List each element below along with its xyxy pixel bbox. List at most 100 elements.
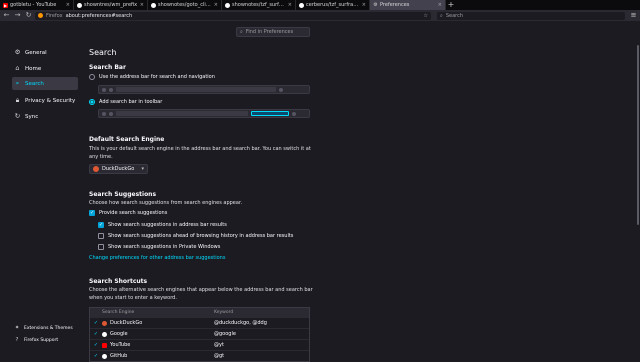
table-row[interactable]: ✓ Google @google	[90, 328, 309, 339]
sidebar-item-label: General	[25, 49, 47, 56]
url-bar[interactable]: Firefox about:preferences#search ☆	[35, 11, 431, 20]
sidebar-item-general[interactable]: ⚙ General	[12, 46, 78, 59]
firefox-icon	[38, 13, 43, 18]
checkbox-label: Provide search suggestions	[99, 210, 168, 216]
checkbox[interactable]	[98, 244, 104, 250]
table-header: Search Engine Keyword	[90, 308, 309, 317]
lock-icon: 🔒︎	[15, 96, 20, 104]
engine-name: GitHub	[110, 353, 128, 359]
search-icon: ⌕	[440, 12, 443, 19]
preview-menu-icon	[292, 111, 296, 116]
check-icon[interactable]: ✓	[90, 353, 102, 359]
engine-name: Google	[110, 331, 128, 337]
scrollbar-thumb[interactable]	[637, 45, 639, 225]
sidebar-item-label: Sync	[25, 113, 39, 120]
tab-youtube[interactable]: ▶ gotbletu - YouTube ×	[0, 0, 74, 10]
checkbox-label: Show search suggestions ahead of browsin…	[108, 233, 294, 239]
help-icon: ?	[15, 337, 19, 343]
preview-back-icon	[102, 87, 106, 92]
sidebar-item-sync[interactable]: ↻ Sync	[12, 110, 78, 123]
keyword-cell[interactable]: @duckduckgo, @ddg	[214, 320, 309, 326]
sidebar-item-label: Home	[25, 65, 42, 72]
reload-button[interactable]: ↻	[24, 11, 33, 20]
sidebar-footer-label: Firefox Support	[24, 337, 59, 343]
engine-cell: Google	[102, 331, 214, 337]
tab-cerberus-surfraw[interactable]: cerberus/tzf_surfraw.cp ×	[296, 0, 370, 10]
tab-github-tzf-surfraw[interactable]: shownotes/tzf_surfraw.n ×	[222, 0, 296, 10]
github-icon	[102, 353, 107, 359]
column-header-engine[interactable]: Search Engine	[102, 310, 214, 315]
tab-github-goto-clipboard[interactable]: shownotes/goto_clipbo ×	[148, 0, 222, 10]
checkbox[interactable]: ✓	[89, 210, 95, 216]
checkbox[interactable]: ✓	[98, 222, 104, 228]
preview-url-field	[116, 87, 276, 92]
table-row[interactable]: ✓ YouTube @yt	[90, 339, 309, 350]
preview-search-field	[251, 111, 289, 116]
check-icon[interactable]: ✓	[90, 320, 102, 326]
tab-label: gotbletu - YouTube	[10, 2, 57, 8]
sidebar-link-support[interactable]: ? Firefox Support	[14, 337, 59, 343]
find-in-preferences-input[interactable]: ⌕ Find in Preferences	[236, 27, 310, 37]
sidebar-item-search[interactable]: ⌕ Search	[12, 77, 78, 90]
new-tab-button[interactable]: +	[446, 0, 456, 10]
scrollbar[interactable]	[636, 21, 640, 360]
bookmark-star-icon[interactable]: ☆	[424, 13, 428, 19]
search-placeholder: Search	[445, 12, 463, 19]
url-text[interactable]: about:preferences#search	[66, 13, 421, 19]
checkbox-suggestions-in-address-bar[interactable]: ✓ Show search suggestions in address bar…	[98, 222, 227, 228]
tab-label: shownotes/goto_clipbo	[158, 2, 212, 8]
radio-button[interactable]	[89, 74, 95, 80]
sidebar-item-label: Privacy & Security	[25, 97, 76, 104]
close-icon[interactable]: ×	[66, 2, 70, 8]
check-icon[interactable]: ✓	[90, 342, 102, 348]
search-bar[interactable]: ⌕ Search	[437, 11, 625, 20]
keyword-cell[interactable]: @google	[214, 331, 309, 337]
address-bar-suggestions-link[interactable]: Change preferences for other address bar…	[89, 255, 225, 261]
engine-cell: DuckDuckGo	[102, 320, 214, 326]
radio-toolbar-search[interactable]: Add search bar in toolbar	[89, 99, 162, 105]
checkbox[interactable]	[98, 233, 104, 239]
tab-github-wm-prefix[interactable]: showntres/wm_prefix ×	[74, 0, 148, 10]
suggestions-heading: Search Suggestions	[89, 191, 157, 198]
hamburger-menu-icon[interactable]: ≡	[629, 11, 638, 20]
check-icon[interactable]: ✓	[90, 331, 102, 337]
sidebar-link-extensions[interactable]: ✦ Extensions & Themes	[14, 325, 73, 331]
checkbox-suggestions-ahead-of-history[interactable]: Show search suggestions ahead of browsin…	[98, 233, 293, 239]
suggestions-description: Choose how search suggestions from searc…	[89, 200, 243, 206]
preview-forward-icon	[109, 87, 113, 92]
table-row[interactable]: ✓ GitHub @gt	[90, 350, 309, 361]
column-header-keyword[interactable]: Keyword	[214, 310, 309, 315]
radio-button[interactable]	[89, 99, 95, 105]
close-icon[interactable]: ×	[140, 2, 144, 8]
back-button[interactable]: ←	[2, 11, 11, 20]
keyword-cell[interactable]: @gt	[214, 353, 309, 359]
tab-preferences[interactable]: ⚙ Preferences ×	[370, 0, 446, 10]
navigation-toolbar: ← → ↻ Firefox about:preferences#search ☆…	[0, 10, 640, 21]
checkbox-suggestions-private-windows[interactable]: Show search suggestions in Private Windo…	[98, 244, 220, 250]
table-row[interactable]: ✓ DuckDuckGo @duckduckgo, @ddg	[90, 317, 309, 328]
keyword-cell[interactable]: @yt	[214, 342, 309, 348]
close-icon[interactable]: ×	[288, 2, 292, 8]
forward-button[interactable]: →	[13, 11, 22, 20]
preview-forward-icon	[109, 111, 113, 116]
close-icon[interactable]: ×	[214, 2, 218, 8]
github-icon	[77, 2, 82, 8]
default-engine-heading: Default Search Engine	[89, 136, 165, 143]
duckduckgo-icon	[102, 320, 107, 326]
radio-address-bar[interactable]: Use the address bar for search and navig…	[89, 74, 215, 80]
sidebar-item-home[interactable]: ⌂ Home	[12, 62, 78, 75]
tab-strip: ▶ gotbletu - YouTube × showntres/wm_pref…	[0, 0, 640, 10]
github-icon	[299, 2, 304, 8]
gear-icon: ⚙	[14, 48, 21, 56]
default-engine-description: This is your default search engine in th…	[89, 146, 311, 160]
engine-cell: GitHub	[102, 353, 214, 359]
gear-icon: ⚙	[373, 1, 378, 8]
default-engine-dropdown[interactable]: DuckDuckGo ▾	[89, 164, 148, 174]
search-icon: ⌕	[15, 79, 20, 87]
chevron-down-icon: ▾	[141, 166, 144, 172]
close-icon[interactable]: ×	[438, 2, 442, 8]
checkbox-provide-suggestions[interactable]: ✓ Provide search suggestions	[89, 210, 167, 216]
home-icon: ⌂	[15, 64, 20, 72]
sidebar-item-privacy[interactable]: 🔒︎ Privacy & Security	[12, 94, 78, 107]
close-icon[interactable]: ×	[362, 2, 366, 8]
